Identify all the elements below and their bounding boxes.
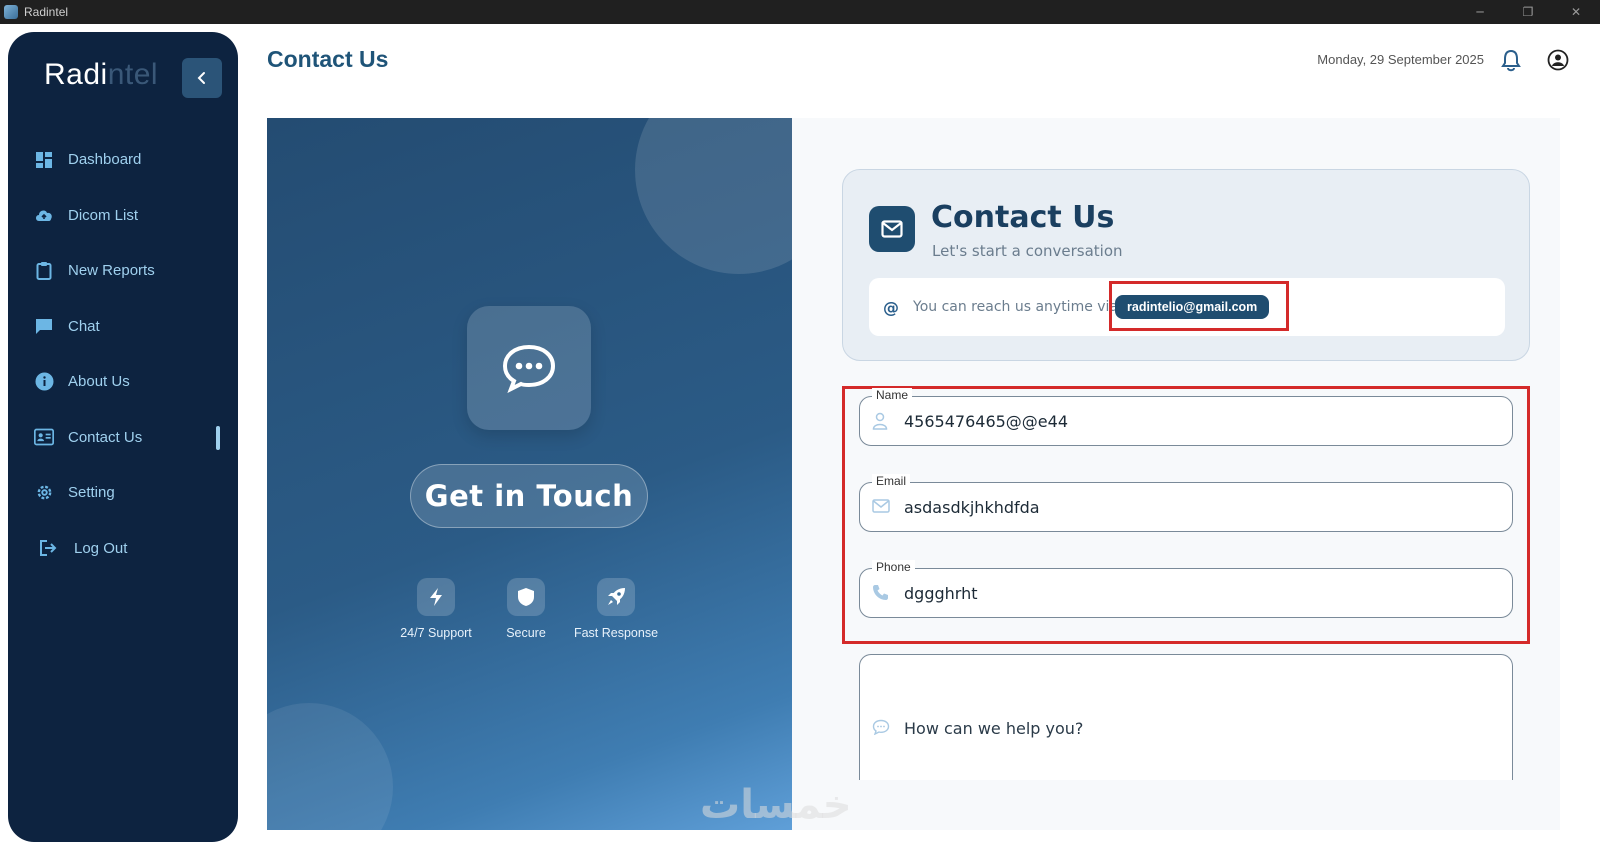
sidebar-item-chat[interactable]: Chat — [8, 299, 238, 355]
card-title: Contact Us — [931, 200, 1115, 235]
name-input[interactable]: 4565476465@@e44 — [904, 412, 1068, 431]
contact-form-panel: Contact Us Let's start a conversation @ … — [792, 118, 1560, 830]
sidebar-item-label: Log Out — [74, 539, 128, 557]
chat-dots-icon — [502, 344, 556, 393]
watermark-text: خمسات — [700, 782, 852, 828]
reach-us-box: @ You can reach us anytime via radinteli… — [869, 278, 1505, 336]
chat-icon — [34, 316, 54, 336]
contact-card-icon — [34, 427, 54, 447]
feature-label: Fast Response — [573, 626, 659, 640]
window-controls: ─ ❐ ✕ — [1456, 0, 1600, 24]
name-field-label: Name — [872, 388, 913, 402]
message-placeholder[interactable]: How can we help you? — [904, 719, 1083, 738]
decorative-circle — [635, 118, 792, 274]
sidebar-item-log-out[interactable]: Log Out — [8, 521, 238, 577]
feature-fast-response: Fast Response — [561, 578, 671, 640]
shield-icon — [507, 578, 545, 616]
sidebar-item-label: New Reports — [68, 262, 155, 280]
sidebar-collapse-button[interactable] — [182, 58, 222, 98]
user-avatar-icon — [1547, 49, 1569, 71]
email-input[interactable]: asdasdkjhkhdfda — [904, 498, 1040, 517]
gear-icon — [34, 483, 54, 503]
window-title: Radintel — [24, 5, 69, 19]
get-in-touch-button[interactable]: Get in Touch — [410, 464, 648, 528]
reach-us-text: You can reach us anytime via — [913, 299, 1119, 315]
sidebar-nav: Dashboard Dicom List New Reports Chat Ab… — [8, 132, 238, 576]
message-bubble-icon — [872, 719, 890, 737]
active-indicator — [216, 425, 220, 450]
logout-icon — [38, 538, 58, 558]
logo-text-faded: ntel — [107, 58, 159, 91]
panel-scroll-edge — [792, 780, 1560, 830]
message-field[interactable]: How can we help you? — [859, 654, 1513, 784]
notifications-button[interactable] — [1500, 48, 1524, 72]
email-highlight-box — [1109, 281, 1289, 331]
sidebar-item-label: Setting — [68, 484, 115, 502]
sidebar-item-setting[interactable]: Setting — [8, 465, 238, 521]
dashboard-icon — [34, 150, 54, 170]
bell-icon — [1501, 49, 1521, 72]
person-icon — [872, 412, 890, 430]
feature-label: Secure — [506, 626, 546, 640]
at-sign-icon: @ — [883, 297, 899, 317]
phone-field[interactable]: Phone dggghrht — [859, 560, 1513, 618]
app-logo-icon — [4, 5, 18, 19]
sidebar: Radintel Dashboard Dicom List New Report… — [8, 32, 238, 842]
card-subtitle: Let's start a conversation — [932, 242, 1123, 260]
clipboard-icon — [34, 261, 54, 281]
email-field-label: Email — [872, 474, 911, 488]
maximize-button[interactable]: ❐ — [1504, 0, 1552, 24]
sidebar-item-dashboard[interactable]: Dashboard — [8, 132, 238, 188]
decorative-circle — [267, 703, 393, 830]
info-icon — [34, 372, 54, 392]
close-button[interactable]: ✕ — [1552, 0, 1600, 24]
current-date: Monday, 29 September 2025 — [1317, 52, 1484, 67]
rocket-icon — [597, 578, 635, 616]
mail-icon-tile — [869, 206, 915, 252]
sidebar-item-contact-us[interactable]: Contact Us — [8, 410, 238, 466]
email-field[interactable]: Email asdasdkjhkhdfda — [859, 474, 1513, 532]
envelope-outline-icon — [872, 498, 890, 516]
contact-info-card: Contact Us Let's start a conversation @ … — [842, 169, 1530, 361]
app-logo: Radintel — [44, 58, 158, 92]
sidebar-item-label: Contact Us — [68, 428, 143, 446]
sidebar-item-label: Chat — [68, 317, 100, 335]
sidebar-item-label: Dicom List — [68, 206, 139, 224]
cloud-upload-icon — [34, 205, 54, 225]
name-field[interactable]: Name 4565476465@@e44 — [859, 388, 1513, 446]
window-titlebar: Radintel ─ ❐ ✕ — [0, 0, 1600, 24]
contact-hero-panel: Get in Touch 24/7 Support Secure Fast Re… — [267, 118, 792, 830]
phone-icon — [872, 584, 890, 602]
chat-bubble-tile — [467, 306, 591, 430]
phone-input[interactable]: dggghrht — [904, 584, 977, 603]
sidebar-item-new-reports[interactable]: New Reports — [8, 243, 238, 299]
sidebar-item-label: Dashboard — [68, 151, 142, 169]
feature-label: 24/7 Support — [400, 626, 472, 640]
page-title: Contact Us — [267, 46, 389, 72]
envelope-icon — [881, 220, 903, 238]
minimize-button[interactable]: ─ — [1456, 0, 1504, 24]
sidebar-item-about-us[interactable]: About Us — [8, 354, 238, 410]
phone-field-label: Phone — [872, 560, 915, 574]
bolt-icon — [417, 578, 455, 616]
user-profile-button[interactable] — [1547, 49, 1569, 71]
sidebar-item-label: About Us — [68, 373, 130, 391]
logo-text-main: Radi — [44, 58, 108, 91]
chevron-left-icon — [197, 72, 205, 84]
sidebar-item-dicom-list[interactable]: Dicom List — [8, 188, 238, 244]
